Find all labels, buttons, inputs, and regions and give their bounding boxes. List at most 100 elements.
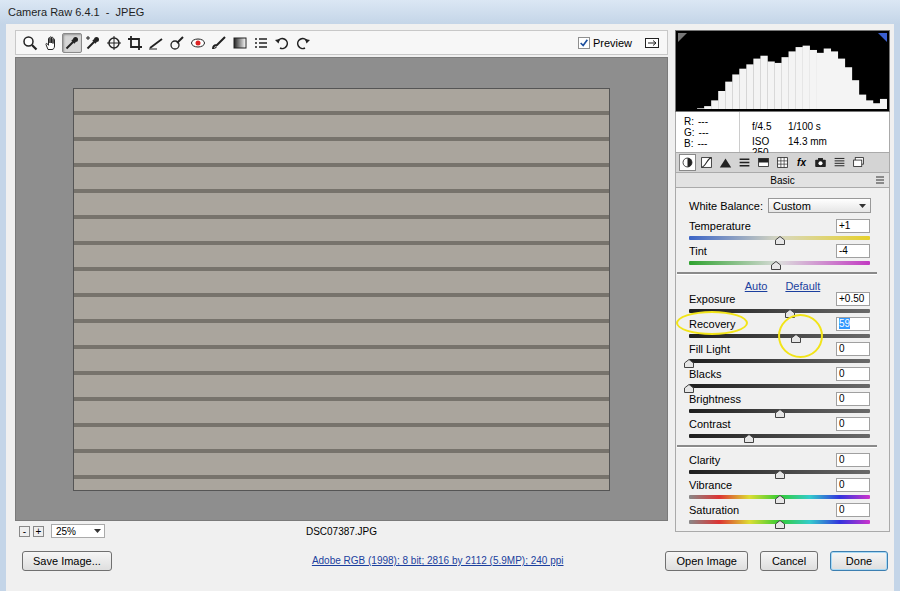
panel-tab[interactable] [679, 154, 696, 171]
panel-tab[interactable] [698, 154, 715, 171]
preview-label[interactable]: Preview [593, 37, 632, 49]
panel-tab[interactable] [736, 154, 753, 171]
slider-row: Fill Light0 [676, 342, 889, 367]
slider-value[interactable]: 0 [839, 368, 845, 379]
slider-value[interactable]: 0 [839, 504, 845, 515]
slider-value[interactable]: 0 [839, 393, 845, 404]
tool-button[interactable] [125, 33, 145, 53]
slider-track[interactable] [689, 492, 870, 503]
slider-track[interactable] [689, 431, 870, 442]
zoom-in-button[interactable]: + [33, 526, 44, 537]
slider-track[interactable] [689, 233, 870, 244]
panel-tab[interactable] [755, 154, 772, 171]
auto-link[interactable]: Auto [745, 280, 768, 292]
tool-button[interactable] [209, 33, 229, 53]
fullscreen-button[interactable] [642, 33, 662, 53]
white-balance-dropdown[interactable]: Custom [768, 198, 871, 213]
panel-tab[interactable] [717, 154, 734, 171]
slider-track[interactable] [689, 356, 870, 367]
histogram-bar [782, 57, 789, 109]
slider-thumb[interactable] [791, 334, 801, 343]
zoom-level[interactable]: 25% [56, 526, 76, 537]
value-field[interactable]: 0 [836, 503, 870, 517]
slider-track[interactable] [689, 306, 870, 317]
slider-thumb[interactable] [775, 520, 785, 529]
value-field[interactable]: 0 [836, 342, 870, 356]
default-link[interactable]: Default [785, 280, 820, 292]
slider-thumb[interactable] [771, 261, 781, 270]
panel-tab[interactable] [850, 154, 867, 171]
panel-tab[interactable] [774, 154, 791, 171]
slider-value[interactable]: +0.50 [839, 293, 864, 304]
slider-thumb[interactable] [775, 409, 785, 418]
white-balance-value[interactable]: Custom [773, 200, 811, 212]
slider-row: Contrast0 [676, 417, 889, 442]
slider-value[interactable]: 0 [839, 479, 845, 490]
tool-button[interactable] [272, 33, 292, 53]
preview-checkbox[interactable] [578, 37, 590, 49]
done-button[interactable]: Done [830, 551, 888, 571]
panel-tab[interactable]: fx [793, 154, 810, 171]
slider-thumb[interactable] [684, 384, 694, 393]
slider-thumb[interactable] [775, 495, 785, 504]
value-field[interactable]: 0 [836, 453, 870, 467]
slider-track[interactable] [689, 467, 870, 478]
tool-button[interactable] [20, 33, 40, 53]
tool-button[interactable] [41, 33, 61, 53]
cancel-button[interactable]: Cancel [760, 551, 818, 571]
value-field[interactable]: 0 [836, 417, 870, 431]
zoom-out-button[interactable]: - [19, 526, 30, 537]
panel-tab[interactable] [831, 154, 848, 171]
slider-track[interactable] [689, 331, 870, 342]
tool-button[interactable] [83, 33, 103, 53]
window-title: Camera Raw 6.4.1 - JPEG [0, 0, 900, 24]
value-field[interactable]: +0.50 [836, 292, 870, 306]
info-panel: R:---G:---B:---f/4.51/100 sISO 25014.3 m… [675, 112, 890, 153]
slider-value[interactable]: +1 [839, 220, 850, 231]
slider-value[interactable]: -4 [839, 245, 848, 256]
preferences-icon [253, 35, 269, 51]
tool-button[interactable] [188, 33, 208, 53]
histogram-bar [704, 106, 711, 109]
save-image-button[interactable]: Save Image... [22, 551, 112, 571]
slider-thumb[interactable] [775, 236, 785, 245]
slider-track[interactable] [689, 381, 870, 392]
workflow-options-link[interactable]: Adobe RGB (1998); 8 bit; 2816 by 2112 (5… [312, 555, 564, 566]
value-field[interactable]: 0 [836, 392, 870, 406]
slider-thumb[interactable] [785, 309, 795, 318]
histogram-bar [824, 49, 831, 109]
histogram-bar [753, 59, 760, 109]
value-field[interactable]: 0 [836, 367, 870, 381]
tool-button[interactable] [251, 33, 271, 53]
histogram-bar [725, 82, 732, 109]
slider-value[interactable]: 0 [839, 343, 845, 354]
slider-thumb[interactable] [775, 470, 785, 479]
slider-track[interactable] [689, 517, 870, 528]
histogram-bar [774, 63, 781, 109]
slider-thumb[interactable] [744, 434, 754, 443]
value-field[interactable]: -4 [836, 244, 870, 258]
preview-toggle[interactable]: Preview [578, 37, 632, 49]
value-field[interactable]: 59 [836, 317, 870, 331]
menu-icon[interactable] [875, 175, 885, 185]
tool-button[interactable] [146, 33, 166, 53]
tool-button[interactable] [167, 33, 187, 53]
slider-thumb[interactable] [684, 359, 694, 368]
slider-value[interactable]: 0 [839, 454, 845, 465]
slider-value[interactable]: 59 [839, 318, 850, 329]
zoom-dropdown[interactable]: 25% [51, 524, 105, 538]
histogram-chart [676, 31, 887, 111]
tool-button[interactable] [230, 33, 250, 53]
panel-tab[interactable] [812, 154, 829, 171]
tool-button[interactable] [293, 33, 313, 53]
slider-track[interactable] [689, 406, 870, 417]
open-image-button[interactable]: Open Image [665, 551, 748, 571]
tool-button[interactable] [62, 33, 82, 53]
tool-button[interactable] [104, 33, 124, 53]
slider-value[interactable]: 0 [839, 418, 845, 429]
value-field[interactable]: +1 [836, 219, 870, 233]
histogram-bar [697, 108, 704, 110]
histogram-bar [690, 109, 697, 110]
value-field[interactable]: 0 [836, 478, 870, 492]
slider-track[interactable] [689, 258, 870, 269]
